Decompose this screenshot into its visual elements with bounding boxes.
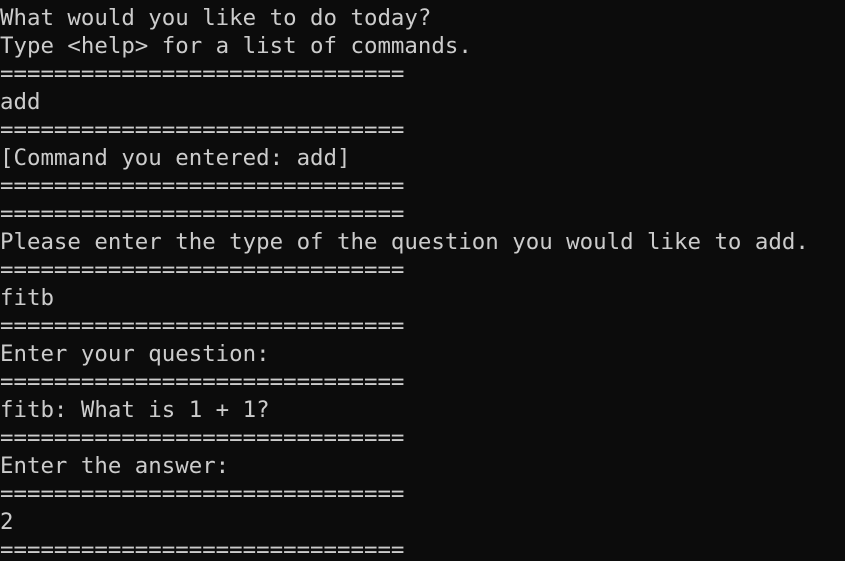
terminal-window[interactable]: What would you like to do today? Type <h… bbox=[0, 0, 845, 561]
separator-line: ============================== bbox=[0, 481, 405, 507]
user-input-line: 2 bbox=[0, 509, 14, 535]
user-input-line: add bbox=[0, 89, 41, 115]
separator-line: ============================== bbox=[0, 61, 405, 87]
command-echo-line: [Command you entered: add] bbox=[0, 145, 351, 171]
prompt-line: What would you like to do today? bbox=[0, 5, 432, 31]
question-type-prompt-line: Please enter the type of the question yo… bbox=[0, 229, 809, 255]
separator-line: ============================== bbox=[0, 537, 405, 561]
separator-line: ============================== bbox=[0, 117, 405, 143]
separator-line: ============================== bbox=[0, 173, 405, 199]
question-prompt-line: Enter your question: bbox=[0, 341, 270, 367]
separator-line: ============================== bbox=[0, 369, 405, 395]
user-input-line: fitb bbox=[0, 285, 54, 311]
separator-line: ============================== bbox=[0, 425, 405, 451]
separator-line: ============================== bbox=[0, 313, 405, 339]
answer-prompt-line: Enter the answer: bbox=[0, 453, 230, 479]
separator-line: ============================== bbox=[0, 201, 405, 227]
help-hint-line: Type <help> for a list of commands. bbox=[0, 33, 472, 59]
user-input-line: fitb: What is 1 + 1? bbox=[0, 397, 270, 423]
separator-line: ============================== bbox=[0, 257, 405, 283]
